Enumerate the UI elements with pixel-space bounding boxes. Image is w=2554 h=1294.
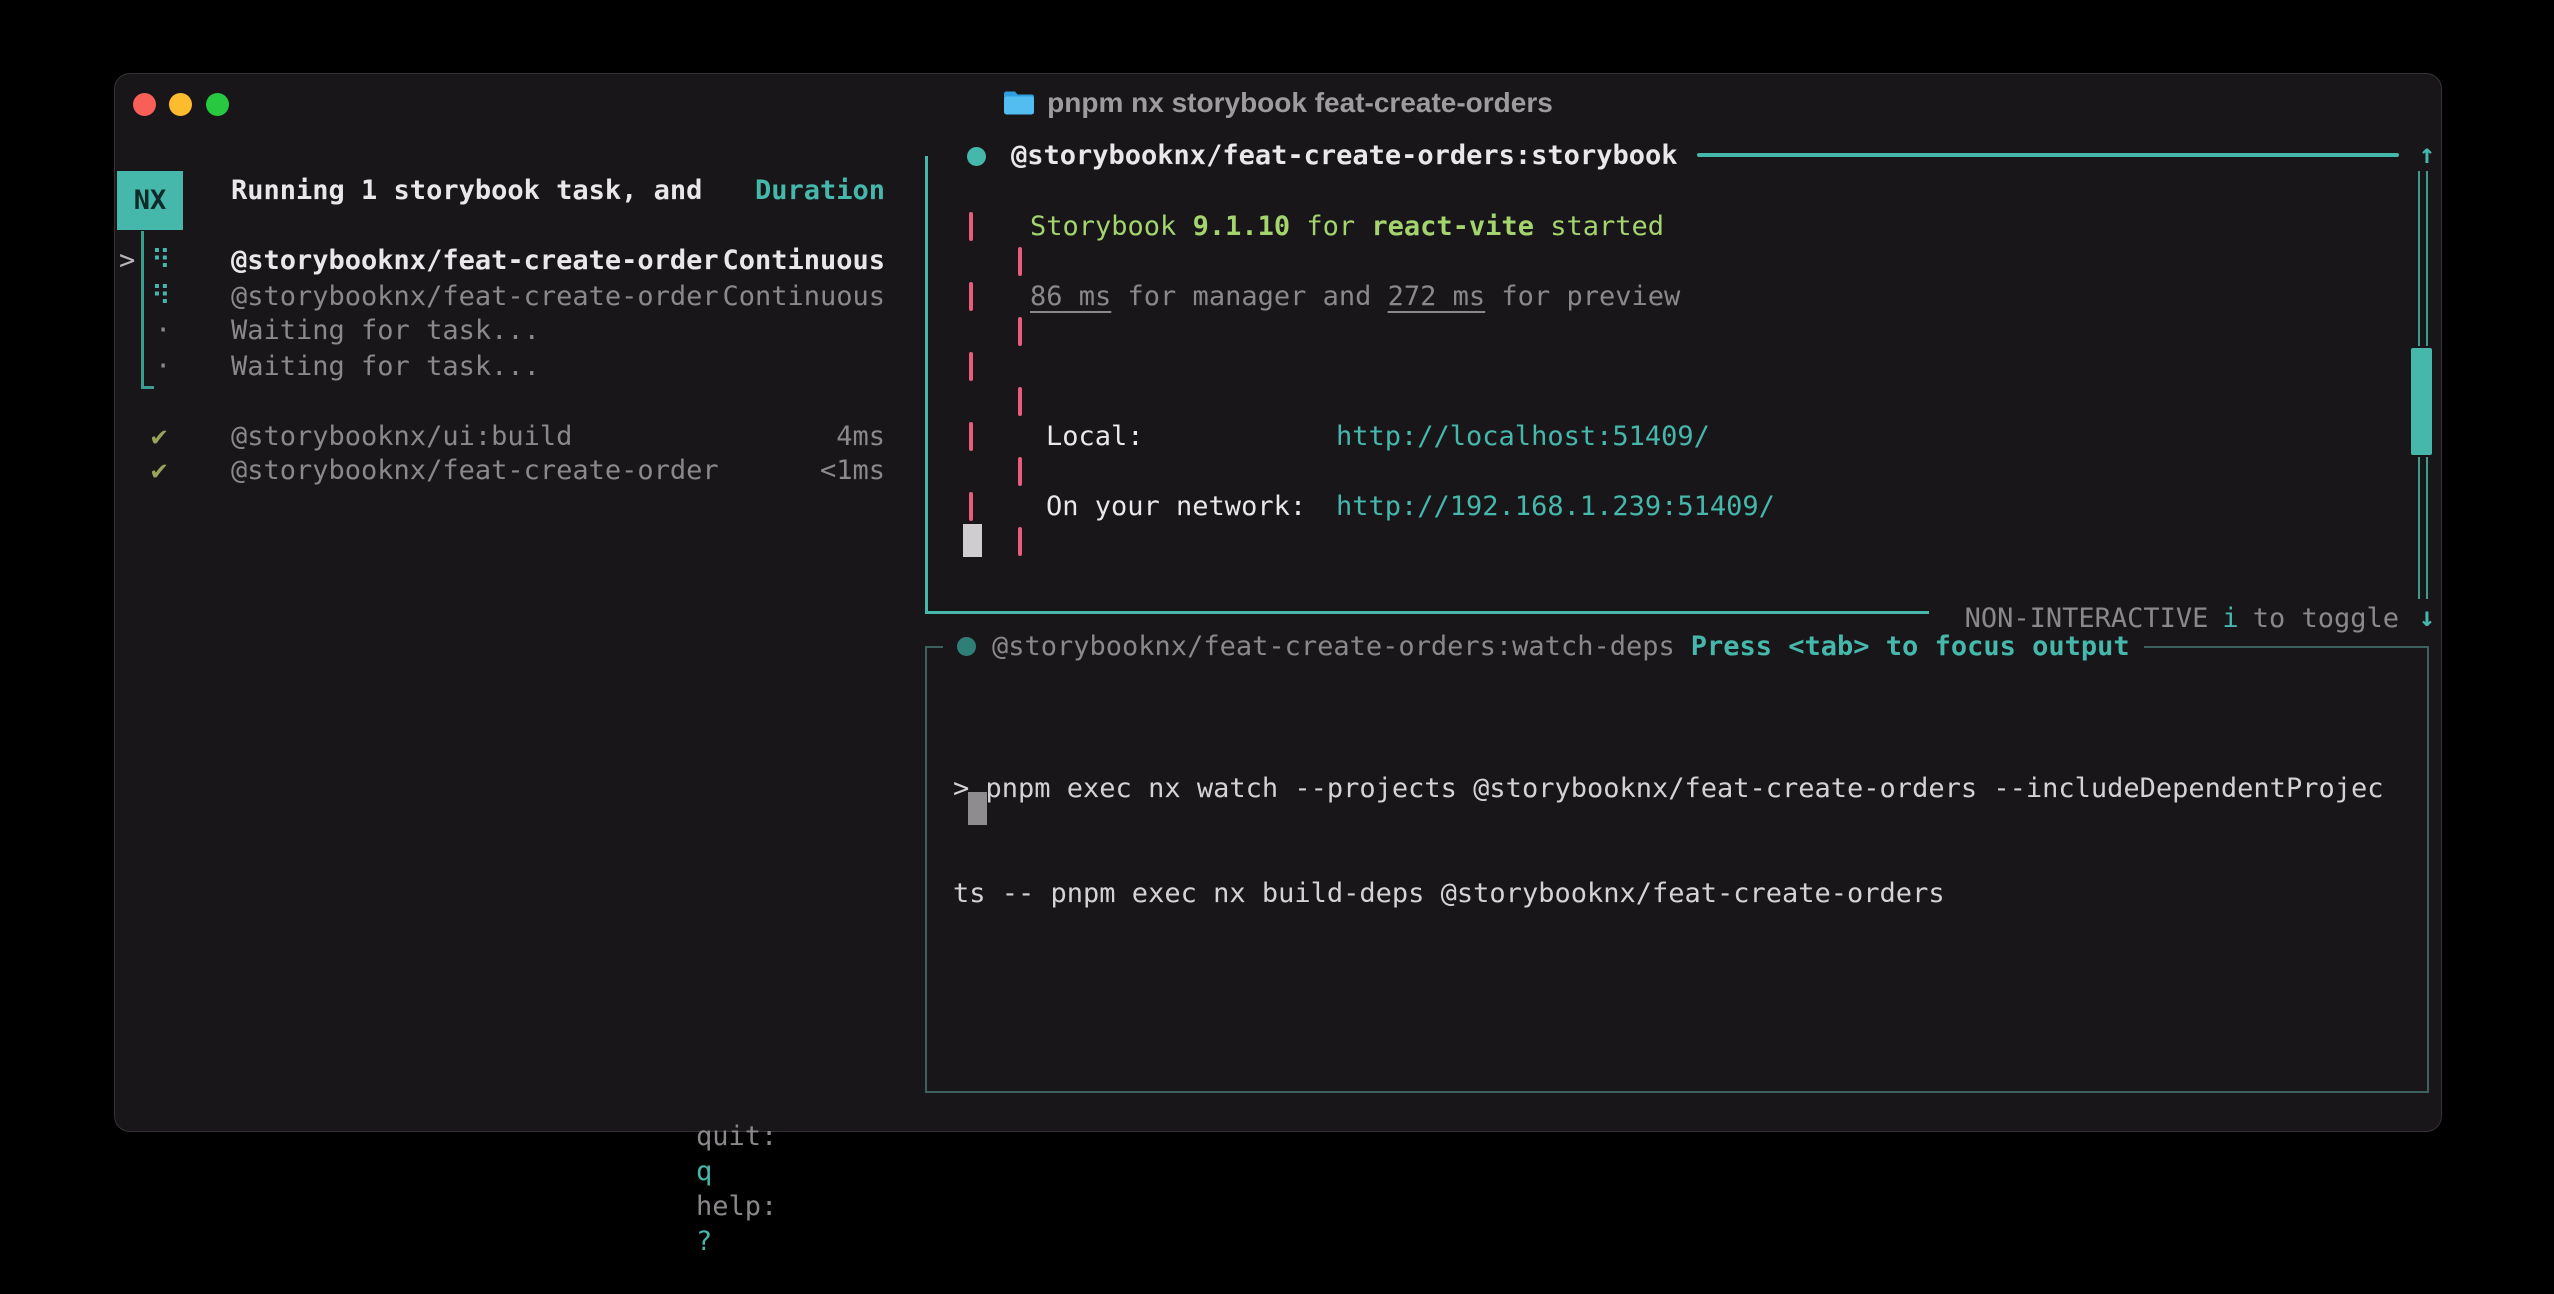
started-text: started bbox=[1534, 211, 1664, 242]
output-line bbox=[925, 244, 2425, 279]
nx-logo: NX bbox=[117, 171, 183, 230]
folder-icon bbox=[1003, 90, 1035, 116]
task-duration: <1ms bbox=[820, 453, 885, 488]
output-bar bbox=[1018, 387, 1022, 416]
scrollbar-track-lower[interactable] bbox=[2418, 457, 2428, 599]
watch-deps-cursor bbox=[968, 792, 987, 825]
keybinding-footer: quit: q help: ? bbox=[631, 1084, 791, 1119]
task-name: Waiting for task... bbox=[231, 313, 540, 348]
task-name: @storybooknx/feat-create-order bbox=[231, 279, 719, 314]
quit-label: quit: bbox=[696, 1121, 777, 1152]
focus-output-hint: Press <tab> to focus output bbox=[1691, 629, 2130, 664]
toggle-key: i bbox=[2222, 601, 2238, 636]
output-line bbox=[925, 454, 2425, 489]
pending-dot-icon: · bbox=[155, 313, 225, 348]
manager-build-time: 86 ms bbox=[1030, 281, 1111, 312]
task-status: Continuous bbox=[722, 279, 885, 314]
local-label: Local: bbox=[1046, 419, 1144, 454]
completed-task-row-feat-create-order[interactable]: @storybooknx/feat-create-order <1ms bbox=[231, 453, 885, 488]
completed-task-row-ui-build[interactable]: @storybooknx/ui:build 4ms bbox=[231, 419, 885, 454]
output-bar bbox=[969, 212, 973, 241]
task-row-waiting-1[interactable]: Waiting for task... bbox=[231, 313, 885, 348]
output-bar bbox=[969, 422, 973, 451]
running-tasks-summary: Running 1 storybook task, and bbox=[231, 173, 702, 208]
terminal-window: pnpm nx storybook feat-create-orders NX … bbox=[114, 73, 2442, 1132]
output-line bbox=[925, 384, 2425, 419]
scrollbar-thumb[interactable] bbox=[2411, 348, 2432, 455]
spinner-icon: ⠻ bbox=[151, 279, 221, 314]
spinner-icon: ⠻ bbox=[151, 243, 221, 278]
help-key: ? bbox=[696, 1226, 712, 1257]
task-row-waiting-2[interactable]: Waiting for task... bbox=[231, 349, 885, 384]
scroll-up-icon[interactable]: ↑ bbox=[2409, 137, 2445, 172]
output-bar bbox=[1018, 527, 1022, 556]
titlebar: pnpm nx storybook feat-create-orders bbox=[115, 74, 2441, 132]
storybook-panel-title[interactable]: @storybooknx/feat-create-orders:storyboo… bbox=[1011, 138, 1677, 173]
running-task-bullet-icon bbox=[957, 637, 976, 656]
pending-dot-icon: · bbox=[155, 349, 225, 384]
output-line: Storybook 9.1.10 for react-vite started bbox=[925, 209, 2425, 244]
toggle-action-label: to toggle bbox=[2253, 601, 2399, 636]
output-line bbox=[925, 524, 2425, 559]
task-name: Waiting for task... bbox=[231, 349, 540, 384]
duration-column-header: Duration bbox=[755, 173, 885, 208]
task-duration: 4ms bbox=[836, 419, 885, 454]
sidebar-header: Running 1 storybook task, and Duration bbox=[231, 173, 885, 208]
output-line: On your network: http://192.168.1.239:51… bbox=[925, 489, 2425, 524]
task-tree-corner bbox=[141, 386, 154, 389]
quit-key: q bbox=[696, 1156, 712, 1187]
started-text: for bbox=[1290, 211, 1371, 242]
watch-command-output: > pnpm exec nx watch --projects @storybo… bbox=[953, 701, 2403, 981]
help-label: help: bbox=[696, 1191, 777, 1222]
storybook-framework: react-vite bbox=[1371, 211, 1534, 242]
local-url-link[interactable]: http://localhost:51409/ bbox=[1336, 419, 1710, 454]
command-line-2: ts -- pnpm exec nx build-deps @storybook… bbox=[953, 876, 2403, 911]
watch-deps-panel-header: @storybooknx/feat-create-orders:watch-de… bbox=[943, 628, 2144, 664]
check-icon: ✔ bbox=[151, 419, 221, 454]
timing-text: for manager and bbox=[1111, 281, 1387, 312]
storybook-version: 9.1.10 bbox=[1193, 211, 1291, 242]
scrollbar-track-upper[interactable] bbox=[2418, 171, 2428, 346]
preview-build-time: 272 ms bbox=[1388, 281, 1486, 312]
window-title: pnpm nx storybook feat-create-orders bbox=[1047, 87, 1553, 119]
output-bar bbox=[1018, 247, 1022, 276]
command-line-1: > pnpm exec nx watch --projects @storybo… bbox=[953, 771, 2403, 806]
started-text: Storybook bbox=[1030, 211, 1193, 242]
network-url-link[interactable]: http://192.168.1.239:51409/ bbox=[1336, 489, 1775, 524]
output-bar bbox=[969, 282, 973, 311]
task-tree-guide bbox=[141, 231, 144, 389]
task-status: Continuous bbox=[722, 243, 885, 278]
running-task-bullet-icon bbox=[967, 147, 986, 166]
check-icon: ✔ bbox=[151, 453, 221, 488]
task-name: @storybooknx/ui:build bbox=[231, 419, 572, 454]
storybook-started-line: Storybook 9.1.10 for react-vite started bbox=[1030, 209, 1664, 244]
timing-text: for preview bbox=[1485, 281, 1680, 312]
output-line: 86 ms for manager and 272 ms for preview bbox=[925, 279, 2425, 314]
storybook-output-cursor bbox=[963, 524, 982, 557]
output-line: Local: http://localhost:51409/ bbox=[925, 419, 2425, 454]
build-timing-line: 86 ms for manager and 272 ms for preview bbox=[1030, 279, 1680, 314]
output-bar bbox=[1018, 457, 1022, 486]
output-bar bbox=[969, 492, 973, 521]
output-bar bbox=[1018, 317, 1022, 346]
output-line bbox=[925, 349, 2425, 384]
task-name: @storybooknx/feat-create-order bbox=[231, 243, 719, 278]
task-name: @storybooknx/feat-create-order bbox=[231, 453, 719, 488]
task-row-feat-create-orders-watch-deps[interactable]: @storybooknx/feat-create-order Continuou… bbox=[231, 279, 885, 314]
output-line bbox=[925, 314, 2425, 349]
task-row-feat-create-orders-storybook[interactable]: @storybooknx/feat-create-order Continuou… bbox=[231, 243, 885, 278]
output-bar bbox=[969, 352, 973, 381]
selection-caret: > bbox=[119, 243, 135, 278]
scroll-down-icon[interactable]: ↓ bbox=[2409, 600, 2445, 635]
network-label: On your network: bbox=[1046, 489, 1306, 524]
storybook-panel-header-rule bbox=[1697, 153, 2399, 157]
watch-deps-panel-title[interactable]: @storybooknx/feat-create-orders:watch-de… bbox=[992, 629, 1675, 664]
